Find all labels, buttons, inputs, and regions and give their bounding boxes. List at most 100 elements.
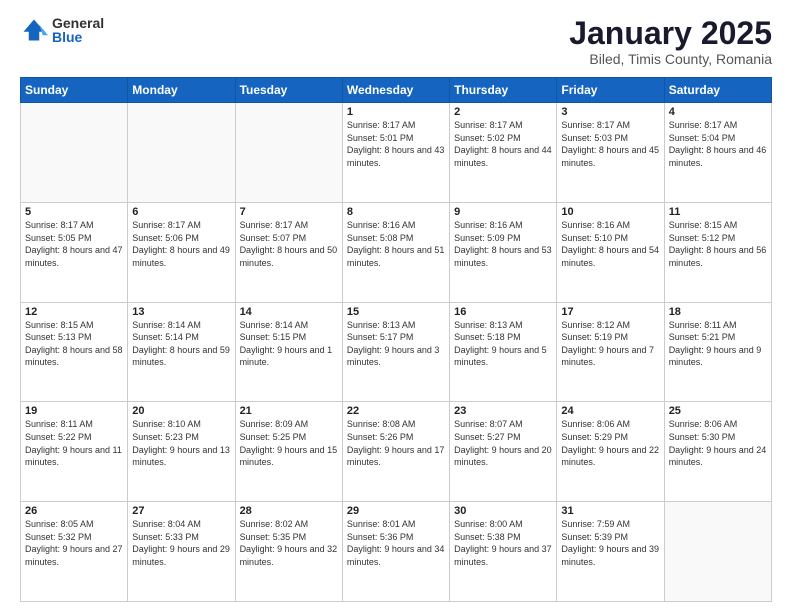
page: General Blue January 2025 Biled, Timis C… bbox=[0, 0, 792, 612]
calendar-cell: 18Sunrise: 8:11 AM Sunset: 5:21 PM Dayli… bbox=[664, 302, 771, 402]
calendar-cell: 10Sunrise: 8:16 AM Sunset: 5:10 PM Dayli… bbox=[557, 202, 664, 302]
calendar-cell: 30Sunrise: 8:00 AM Sunset: 5:38 PM Dayli… bbox=[450, 502, 557, 602]
day-info: Sunrise: 7:59 AM Sunset: 5:39 PM Dayligh… bbox=[561, 518, 659, 568]
day-info: Sunrise: 8:13 AM Sunset: 5:18 PM Dayligh… bbox=[454, 319, 552, 369]
day-number: 24 bbox=[561, 405, 659, 417]
calendar-cell: 20Sunrise: 8:10 AM Sunset: 5:23 PM Dayli… bbox=[128, 402, 235, 502]
weekday-header: Saturday bbox=[664, 78, 771, 103]
calendar-cell: 14Sunrise: 8:14 AM Sunset: 5:15 PM Dayli… bbox=[235, 302, 342, 402]
day-info: Sunrise: 8:16 AM Sunset: 5:10 PM Dayligh… bbox=[561, 219, 659, 269]
weekday-header: Wednesday bbox=[342, 78, 449, 103]
calendar-cell: 9Sunrise: 8:16 AM Sunset: 5:09 PM Daylig… bbox=[450, 202, 557, 302]
day-info: Sunrise: 8:06 AM Sunset: 5:30 PM Dayligh… bbox=[669, 418, 767, 468]
calendar-week-row: 12Sunrise: 8:15 AM Sunset: 5:13 PM Dayli… bbox=[21, 302, 772, 402]
calendar-cell: 24Sunrise: 8:06 AM Sunset: 5:29 PM Dayli… bbox=[557, 402, 664, 502]
day-number: 5 bbox=[25, 206, 123, 218]
calendar-cell: 31Sunrise: 7:59 AM Sunset: 5:39 PM Dayli… bbox=[557, 502, 664, 602]
calendar-week-row: 19Sunrise: 8:11 AM Sunset: 5:22 PM Dayli… bbox=[21, 402, 772, 502]
calendar-cell: 25Sunrise: 8:06 AM Sunset: 5:30 PM Dayli… bbox=[664, 402, 771, 502]
day-info: Sunrise: 8:12 AM Sunset: 5:19 PM Dayligh… bbox=[561, 319, 659, 369]
day-info: Sunrise: 8:05 AM Sunset: 5:32 PM Dayligh… bbox=[25, 518, 123, 568]
day-number: 20 bbox=[132, 405, 230, 417]
calendar-cell bbox=[21, 103, 128, 203]
calendar-table: SundayMondayTuesdayWednesdayThursdayFrid… bbox=[20, 77, 772, 602]
day-number: 15 bbox=[347, 306, 445, 318]
day-number: 17 bbox=[561, 306, 659, 318]
day-number: 3 bbox=[561, 106, 659, 118]
day-number: 13 bbox=[132, 306, 230, 318]
day-number: 16 bbox=[454, 306, 552, 318]
logo-text: General Blue bbox=[52, 16, 104, 44]
day-info: Sunrise: 8:17 AM Sunset: 5:03 PM Dayligh… bbox=[561, 119, 659, 169]
weekday-header: Tuesday bbox=[235, 78, 342, 103]
day-info: Sunrise: 8:04 AM Sunset: 5:33 PM Dayligh… bbox=[132, 518, 230, 568]
day-number: 21 bbox=[240, 405, 338, 417]
day-info: Sunrise: 8:08 AM Sunset: 5:26 PM Dayligh… bbox=[347, 418, 445, 468]
day-info: Sunrise: 8:17 AM Sunset: 5:04 PM Dayligh… bbox=[669, 119, 767, 169]
day-number: 28 bbox=[240, 505, 338, 517]
day-info: Sunrise: 8:17 AM Sunset: 5:06 PM Dayligh… bbox=[132, 219, 230, 269]
day-info: Sunrise: 8:09 AM Sunset: 5:25 PM Dayligh… bbox=[240, 418, 338, 468]
day-info: Sunrise: 8:14 AM Sunset: 5:15 PM Dayligh… bbox=[240, 319, 338, 369]
calendar-cell: 29Sunrise: 8:01 AM Sunset: 5:36 PM Dayli… bbox=[342, 502, 449, 602]
calendar-cell: 21Sunrise: 8:09 AM Sunset: 5:25 PM Dayli… bbox=[235, 402, 342, 502]
day-info: Sunrise: 8:17 AM Sunset: 5:07 PM Dayligh… bbox=[240, 219, 338, 269]
logo-general-text: General bbox=[52, 16, 104, 30]
day-number: 25 bbox=[669, 405, 767, 417]
day-number: 7 bbox=[240, 206, 338, 218]
calendar-cell: 28Sunrise: 8:02 AM Sunset: 5:35 PM Dayli… bbox=[235, 502, 342, 602]
calendar-header-row: SundayMondayTuesdayWednesdayThursdayFrid… bbox=[21, 78, 772, 103]
day-number: 10 bbox=[561, 206, 659, 218]
logo-blue-text: Blue bbox=[52, 30, 104, 44]
day-info: Sunrise: 8:00 AM Sunset: 5:38 PM Dayligh… bbox=[454, 518, 552, 568]
calendar-cell: 7Sunrise: 8:17 AM Sunset: 5:07 PM Daylig… bbox=[235, 202, 342, 302]
day-number: 8 bbox=[347, 206, 445, 218]
day-number: 12 bbox=[25, 306, 123, 318]
day-number: 18 bbox=[669, 306, 767, 318]
logo-icon bbox=[20, 16, 48, 44]
calendar-cell: 5Sunrise: 8:17 AM Sunset: 5:05 PM Daylig… bbox=[21, 202, 128, 302]
calendar-cell: 6Sunrise: 8:17 AM Sunset: 5:06 PM Daylig… bbox=[128, 202, 235, 302]
weekday-header: Monday bbox=[128, 78, 235, 103]
calendar-cell: 23Sunrise: 8:07 AM Sunset: 5:27 PM Dayli… bbox=[450, 402, 557, 502]
calendar-cell bbox=[128, 103, 235, 203]
day-info: Sunrise: 8:13 AM Sunset: 5:17 PM Dayligh… bbox=[347, 319, 445, 369]
day-number: 2 bbox=[454, 106, 552, 118]
day-info: Sunrise: 8:11 AM Sunset: 5:21 PM Dayligh… bbox=[669, 319, 767, 369]
calendar-cell: 19Sunrise: 8:11 AM Sunset: 5:22 PM Dayli… bbox=[21, 402, 128, 502]
calendar-cell: 16Sunrise: 8:13 AM Sunset: 5:18 PM Dayli… bbox=[450, 302, 557, 402]
weekday-header: Thursday bbox=[450, 78, 557, 103]
calendar-week-row: 5Sunrise: 8:17 AM Sunset: 5:05 PM Daylig… bbox=[21, 202, 772, 302]
day-info: Sunrise: 8:16 AM Sunset: 5:08 PM Dayligh… bbox=[347, 219, 445, 269]
day-number: 22 bbox=[347, 405, 445, 417]
day-number: 26 bbox=[25, 505, 123, 517]
calendar-cell: 13Sunrise: 8:14 AM Sunset: 5:14 PM Dayli… bbox=[128, 302, 235, 402]
day-info: Sunrise: 8:07 AM Sunset: 5:27 PM Dayligh… bbox=[454, 418, 552, 468]
header: General Blue January 2025 Biled, Timis C… bbox=[20, 16, 772, 67]
day-number: 1 bbox=[347, 106, 445, 118]
calendar-cell: 26Sunrise: 8:05 AM Sunset: 5:32 PM Dayli… bbox=[21, 502, 128, 602]
weekday-header: Friday bbox=[557, 78, 664, 103]
day-number: 9 bbox=[454, 206, 552, 218]
day-info: Sunrise: 8:15 AM Sunset: 5:12 PM Dayligh… bbox=[669, 219, 767, 269]
calendar-cell: 27Sunrise: 8:04 AM Sunset: 5:33 PM Dayli… bbox=[128, 502, 235, 602]
calendar-cell bbox=[235, 103, 342, 203]
calendar-cell: 22Sunrise: 8:08 AM Sunset: 5:26 PM Dayli… bbox=[342, 402, 449, 502]
calendar-week-row: 26Sunrise: 8:05 AM Sunset: 5:32 PM Dayli… bbox=[21, 502, 772, 602]
weekday-header: Sunday bbox=[21, 78, 128, 103]
day-number: 30 bbox=[454, 505, 552, 517]
calendar-cell: 1Sunrise: 8:17 AM Sunset: 5:01 PM Daylig… bbox=[342, 103, 449, 203]
day-number: 31 bbox=[561, 505, 659, 517]
day-number: 11 bbox=[669, 206, 767, 218]
calendar-week-row: 1Sunrise: 8:17 AM Sunset: 5:01 PM Daylig… bbox=[21, 103, 772, 203]
day-number: 4 bbox=[669, 106, 767, 118]
day-number: 6 bbox=[132, 206, 230, 218]
calendar-cell: 15Sunrise: 8:13 AM Sunset: 5:17 PM Dayli… bbox=[342, 302, 449, 402]
calendar-cell: 17Sunrise: 8:12 AM Sunset: 5:19 PM Dayli… bbox=[557, 302, 664, 402]
day-info: Sunrise: 8:17 AM Sunset: 5:01 PM Dayligh… bbox=[347, 119, 445, 169]
day-info: Sunrise: 8:02 AM Sunset: 5:35 PM Dayligh… bbox=[240, 518, 338, 568]
day-info: Sunrise: 8:14 AM Sunset: 5:14 PM Dayligh… bbox=[132, 319, 230, 369]
day-number: 27 bbox=[132, 505, 230, 517]
calendar-cell bbox=[664, 502, 771, 602]
calendar-cell: 12Sunrise: 8:15 AM Sunset: 5:13 PM Dayli… bbox=[21, 302, 128, 402]
